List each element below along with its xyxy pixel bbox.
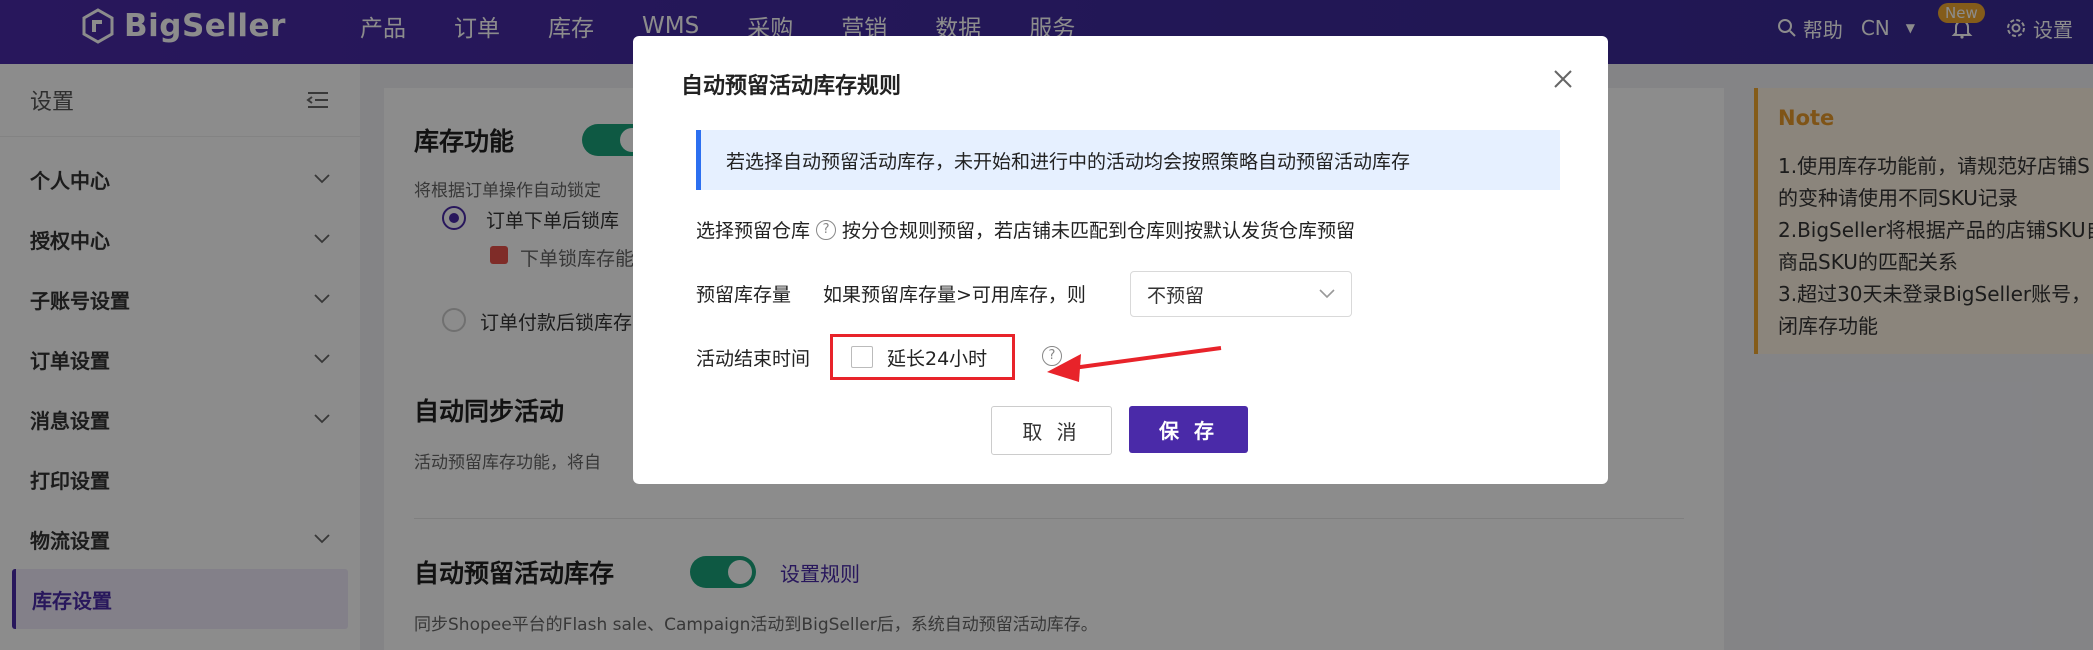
reserve-option-select[interactable]: 不预留 (1130, 271, 1352, 317)
chevron-down-icon (1319, 289, 1335, 299)
extend-24h-highlight[interactable]: 延长24小时 (830, 334, 1015, 380)
quantity-row: 预留库存量 如果预留库存量>可用库存，则 (696, 280, 1086, 307)
red-arrow-annotation (1047, 346, 1222, 382)
reserve-option-value: 不预留 (1147, 284, 1205, 307)
end-time-label: 活动结束时间 (696, 348, 811, 370)
extend-24h-label: 延长24小时 (887, 347, 988, 370)
save-button[interactable]: 保 存 (1129, 406, 1248, 453)
save-button-label: 保 存 (1159, 419, 1218, 443)
end-time-row: 活动结束时间 (696, 344, 810, 371)
reserve-rules-modal: 自动预留活动库存规则 若选择自动预留活动库存，未开始和进行中的活动均会按照策略自… (633, 36, 1608, 484)
warehouse-row: 选择预留仓库 ? 按分仓规则预留，若店铺未匹配到仓库则按默认发货仓库预留 (696, 216, 1355, 243)
modal-title: 自动预留活动库存规则 (681, 74, 902, 99)
warehouse-value: 按分仓规则预留，若店铺未匹配到仓库则按默认发货仓库预留 (842, 220, 1356, 242)
info-banner-text: 若选择自动预留活动库存，未开始和进行中的活动均会按照策略自动预留活动库存 (726, 150, 1411, 173)
cancel-button-label: 取 消 (1022, 420, 1081, 444)
cancel-button[interactable]: 取 消 (991, 406, 1112, 455)
warehouse-label: 选择预留仓库 (696, 220, 811, 242)
quantity-condition: 如果预留库存量>可用库存，则 (823, 284, 1086, 306)
close-icon[interactable] (1548, 64, 1578, 94)
extend-24h-checkbox[interactable] (851, 346, 873, 368)
quantity-label: 预留库存量 (696, 284, 792, 306)
help-icon[interactable]: ? (816, 219, 837, 240)
info-banner: 若选择自动预留活动库存，未开始和进行中的活动均会按照策略自动预留活动库存 (696, 130, 1560, 190)
